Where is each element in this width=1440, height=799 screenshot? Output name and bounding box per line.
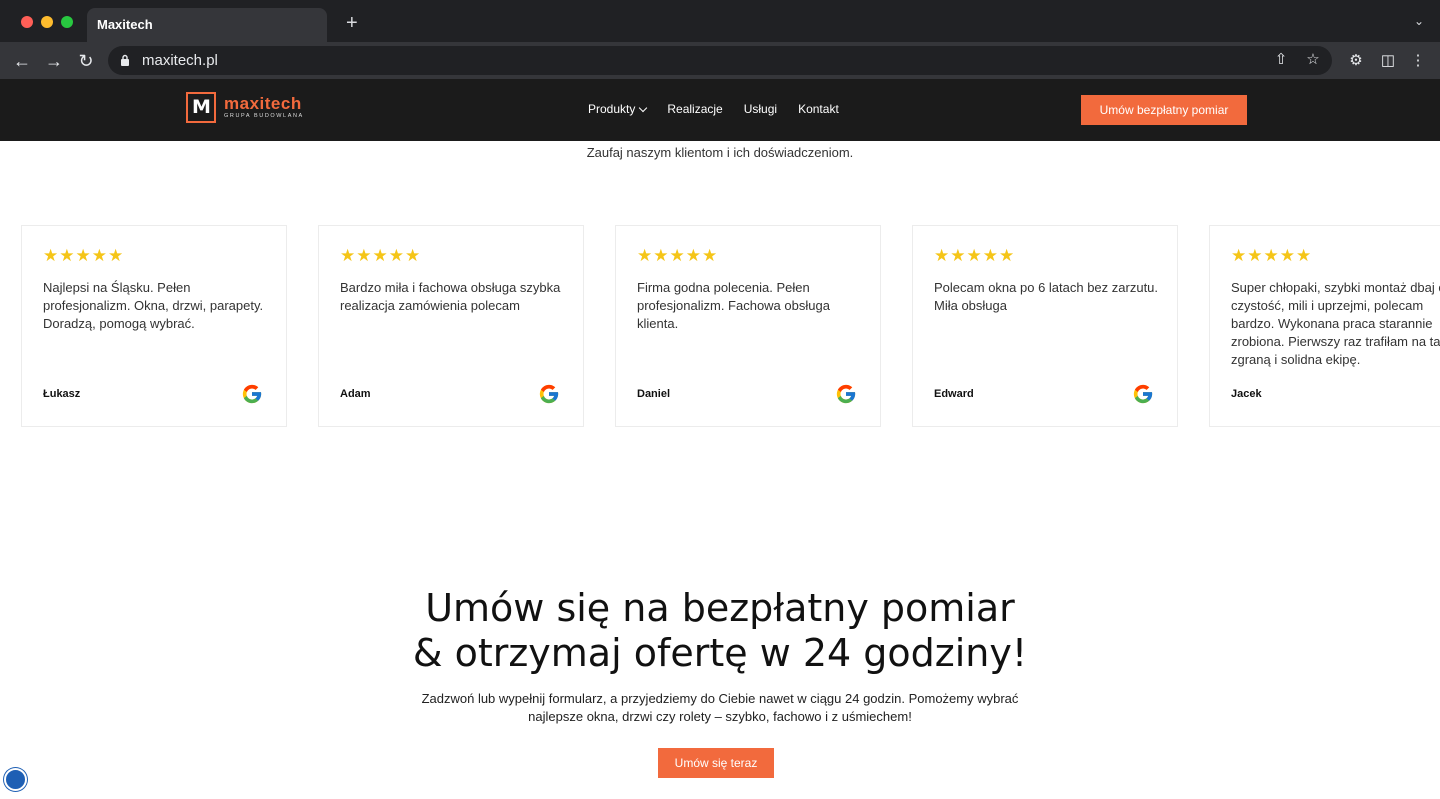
bookmark-star-icon[interactable]: ☆ [1304, 51, 1322, 69]
side-panel-icon[interactable]: ◫ [1378, 51, 1398, 71]
browser-tabbar: Maxitech + ⌄ [0, 0, 1440, 42]
google-icon [836, 384, 856, 404]
reviewer-name: Edward [934, 388, 974, 400]
menu-item-kontakt[interactable]: Kontakt [798, 102, 839, 116]
reviews-intro: Zaufaj naszym klientom i ich doświadczen… [586, 145, 854, 160]
share-icon[interactable]: ⇧ [1272, 51, 1290, 69]
menu-item-uslugi[interactable]: Usługi [744, 102, 777, 116]
logo-mark-icon: M [186, 92, 216, 123]
rating-stars: ★★★★★ [43, 246, 125, 265]
reload-icon[interactable]: ↻ [75, 50, 97, 72]
google-icon [539, 384, 559, 404]
review-card: ★★★★★ Super chłopaki, szybki montaż dbaj… [1209, 225, 1440, 427]
cta-headline: Umów się na bezpłatny pomiar & otrzymaj … [0, 586, 1440, 676]
reviewer-name: Jacek [1231, 388, 1262, 400]
headline-line-1: Umów się na bezpłatny pomiar [425, 586, 1015, 630]
url-text: maxitech.pl [142, 52, 218, 69]
browser-menu-icon[interactable]: ⋮ [1408, 51, 1428, 71]
lock-icon [121, 54, 129, 66]
logo-subtitle: GRUPA BUDOWLANA [224, 112, 304, 119]
browser-toolbar: ← → ↻ maxitech.pl ⇧ ☆ ⚙ ◫ ⋮ [0, 42, 1440, 79]
extensions-icon[interactable]: ⚙ [1346, 51, 1366, 71]
accessibility-icon[interactable] [4, 768, 27, 791]
minimize-window-icon[interactable] [41, 16, 53, 28]
review-text: Firma godna polecenia. Pełen profesjonal… [637, 280, 830, 331]
review-card: ★★★★★ Firma godna polecenia. Pełen profe… [615, 225, 881, 427]
review-card: ★★★★★ Bardzo miła i fachowa obsługa szyb… [318, 225, 584, 427]
tab-search-chevron-icon[interactable]: ⌄ [1414, 14, 1424, 28]
reviewer-name: Daniel [637, 388, 671, 400]
review-text: Polecam okna po 6 latach bez zarzutu. Mi… [934, 280, 1159, 313]
book-now-button[interactable]: Umów się teraz [658, 748, 774, 778]
forward-icon[interactable]: → [43, 50, 65, 72]
new-tab-icon[interactable]: + [346, 13, 358, 33]
reviewer-name: Adam [340, 388, 371, 400]
google-icon [242, 384, 262, 404]
menu-item-produkty[interactable]: Produkty [588, 102, 648, 116]
main-menu: Produkty Realizacje Usługi Kontakt [588, 102, 839, 116]
close-window-icon[interactable] [21, 16, 33, 28]
rating-stars: ★★★★★ [637, 246, 719, 265]
logo-word: maxitech [224, 93, 302, 113]
site-header: M maxitech GRUPA BUDOWLANA Produkty Real… [0, 79, 1440, 141]
book-measurement-button[interactable]: Umów bezpłatny pomiar [1081, 95, 1247, 125]
back-icon[interactable]: ← [11, 50, 33, 72]
menu-item-realizacje[interactable]: Realizacje [667, 102, 722, 116]
review-card: ★★★★★ Polecam okna po 6 latach bez zarzu… [912, 225, 1178, 427]
review-text: Najlepsi na Śląsku. Pełen profesjonalizm… [43, 280, 264, 331]
rating-stars: ★★★★★ [340, 246, 422, 265]
address-bar[interactable]: maxitech.pl ⇧ ☆ [108, 46, 1332, 75]
review-card: ★★★★★ Najlepsi na Śląsku. Pełen profesjo… [21, 225, 287, 427]
site-logo[interactable]: M maxitech GRUPA BUDOWLANA [186, 92, 304, 123]
reviewer-name: Łukasz [43, 388, 81, 400]
google-icon [1133, 384, 1153, 404]
review-text: Super chłopaki, szybki montaż dbaj o czy… [1231, 280, 1440, 367]
rating-stars: ★★★★★ [934, 246, 1016, 265]
browser-tab[interactable]: Maxitech [87, 8, 327, 42]
chevron-down-icon [639, 103, 648, 112]
maximize-window-icon[interactable] [61, 16, 73, 28]
tab-title: Maxitech [97, 17, 153, 32]
headline-line-2: & otrzymaj ofertę w 24 godziny! [412, 631, 1028, 675]
cta-description: Zadzwoń lub wypełnij formularz, a przyje… [421, 691, 1019, 724]
review-text: Bardzo miła i fachowa obsługa szybka rea… [340, 280, 561, 313]
rating-stars: ★★★★★ [1231, 246, 1313, 265]
